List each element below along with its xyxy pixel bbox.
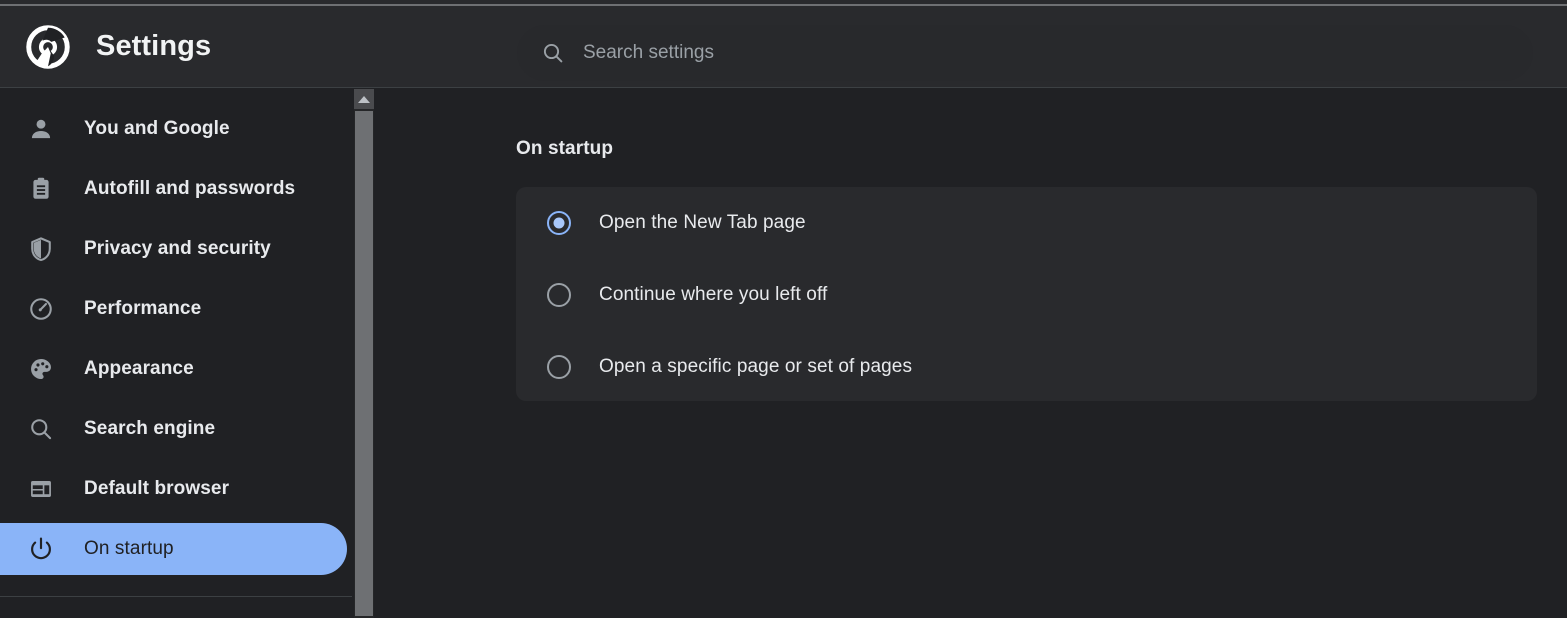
startup-option-label: Continue where you left off [599,284,827,306]
settings-header: Settings [0,6,1567,88]
search-icon [541,41,565,65]
search-box[interactable] [517,25,1533,81]
sidebar-item-you-and-google[interactable]: You and Google [0,103,347,155]
browser-window-icon [28,476,54,502]
clipboard-icon [28,176,54,202]
startup-option-label: Open a specific page or set of pages [599,356,912,378]
brand: Settings [26,25,496,69]
sidebar: You and Google Autofill and passwords Pr… [0,89,352,618]
sidebar-item-label: On startup [84,538,174,560]
chrome-logo-icon [26,25,70,69]
scrollbar-thumb[interactable] [355,111,373,616]
search-input[interactable] [583,38,1509,68]
power-icon [28,536,54,562]
startup-option-label: Open the New Tab page [599,212,806,234]
chevron-up-icon [358,96,370,103]
sidebar-item-label: You and Google [84,118,230,140]
sidebar-item-label: Privacy and security [84,238,271,260]
sidebar-item-label: Appearance [84,358,194,380]
sidebar-item-privacy-and-security[interactable]: Privacy and security [0,223,347,275]
startup-option-specific-pages[interactable]: Open a specific page or set of pages [516,337,1537,397]
startup-option-new-tab[interactable]: Open the New Tab page [516,193,1537,253]
radio-button[interactable] [547,283,571,307]
main-content: On startup Open the New Tab page Continu… [376,89,1567,618]
section-title: On startup [516,138,613,160]
startup-options-card: Open the New Tab page Continue where you… [516,187,1537,401]
speedometer-icon [28,296,54,322]
sidebar-item-label: Search engine [84,418,215,440]
startup-option-continue[interactable]: Continue where you left off [516,265,1537,325]
person-icon [28,116,54,142]
sidebar-item-label: Autofill and passwords [84,178,295,200]
settings-window: Settings You and Google [0,0,1567,618]
sidebar-item-label: Default browser [84,478,229,500]
sidebar-divider [0,596,352,597]
sidebar-item-performance[interactable]: Performance [0,283,347,335]
sidebar-item-label: Performance [84,298,201,320]
page-title: Settings [96,32,211,61]
magnifier-icon [28,416,54,442]
scrollbar-up-button[interactable] [354,89,374,109]
shield-icon [28,236,54,262]
sidebar-nav-list: You and Google Autofill and passwords Pr… [0,89,352,583]
radio-button[interactable] [547,355,571,379]
radio-button-selected[interactable] [547,211,571,235]
sidebar-item-autofill-and-passwords[interactable]: Autofill and passwords [0,163,347,215]
palette-icon [28,356,54,382]
sidebar-scrollbar[interactable] [352,89,376,618]
sidebar-item-search-engine[interactable]: Search engine [0,403,347,455]
sidebar-item-default-browser[interactable]: Default browser [0,463,347,515]
sidebar-item-appearance[interactable]: Appearance [0,343,347,395]
sidebar-item-on-startup[interactable]: On startup [0,523,347,575]
